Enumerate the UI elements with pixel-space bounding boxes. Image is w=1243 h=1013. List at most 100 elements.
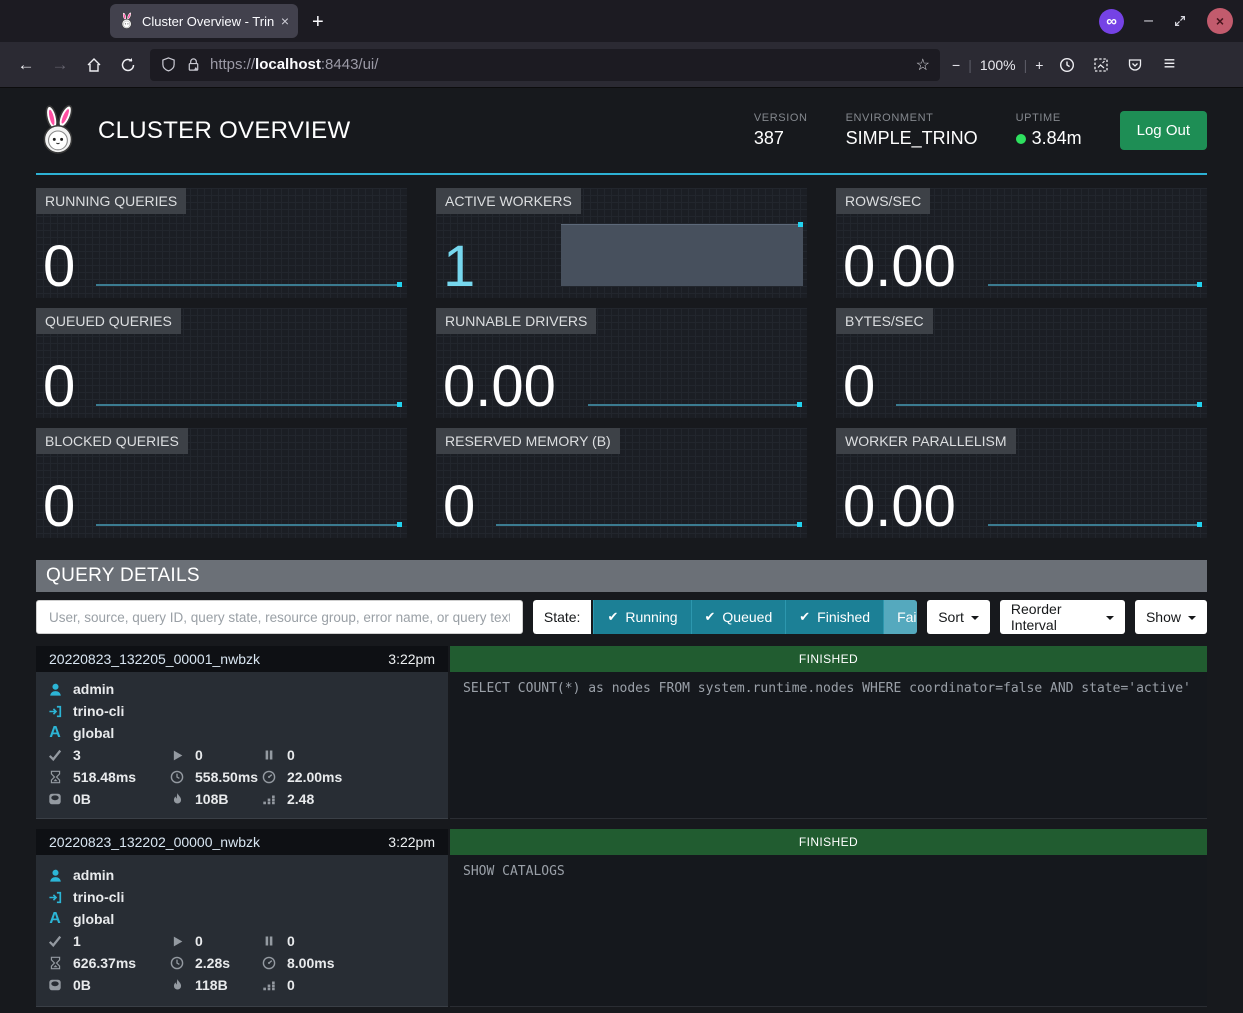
- stat-value: 1: [443, 238, 475, 296]
- page-header: CLUSTER OVERVIEW VERSION 387 ENVIRONMENT…: [36, 88, 1207, 173]
- queued-splits: 0: [287, 933, 295, 949]
- query-id-link[interactable]: 20220823_132205_00001_nwbzk: [49, 651, 260, 667]
- query-source: trino-cli: [73, 889, 124, 905]
- lock-warning-icon[interactable]: [185, 57, 201, 73]
- sparkline: [988, 524, 1202, 526]
- query-time: 3:22pm: [388, 834, 435, 850]
- new-tab-button[interactable]: +: [312, 11, 324, 34]
- state-button-label: Finished: [817, 609, 870, 625]
- reload-button[interactable]: [112, 49, 144, 81]
- url-bar[interactable]: https://localhost:8443/ui/ ☆: [150, 49, 940, 81]
- query-sql-text: SHOW CATALOGS: [450, 855, 1207, 1007]
- trino-favicon-icon: [119, 12, 135, 30]
- state-filter-label: State:: [533, 600, 592, 634]
- browser-tab[interactable]: Cluster Overview - Trino ×: [110, 4, 298, 38]
- query-sql-text: SELECT COUNT(*) as nodes FROM system.run…: [450, 672, 1207, 819]
- separator: |: [968, 57, 972, 73]
- tab-close-icon[interactable]: ×: [281, 13, 289, 29]
- url-path: :8443/ui/: [321, 56, 379, 73]
- tile-active-workers: 1 ACTIVE WORKERS: [436, 188, 807, 298]
- query-row: 20220823_132205_00001_nwbzk 3:22pm FINIS…: [36, 646, 1207, 819]
- flame-icon: [169, 977, 185, 993]
- window-close-button[interactable]: ×: [1207, 8, 1233, 34]
- sparkline: [96, 284, 402, 286]
- sparkline-endpoint: [397, 282, 402, 287]
- state-button-label: Running: [625, 609, 677, 625]
- url-text[interactable]: https://localhost:8443/ui/: [210, 56, 378, 73]
- completed-splits: 1: [73, 933, 81, 949]
- zoom-level[interactable]: 100%: [980, 57, 1016, 73]
- running-splits: 0: [195, 747, 203, 763]
- query-source: trino-cli: [73, 703, 124, 719]
- state-button-queued[interactable]: ✔ Queued: [691, 600, 786, 634]
- chevron-down-icon: [1106, 616, 1114, 620]
- version-label: VERSION: [754, 112, 808, 124]
- query-id-link[interactable]: 20220823_132202_00000_nwbzk: [49, 834, 260, 850]
- screenshot-icon[interactable]: [1085, 49, 1117, 81]
- sparkline: [896, 404, 1202, 406]
- version-value: 387: [754, 128, 808, 149]
- elapsed-time: 558.50ms: [195, 769, 258, 785]
- query-status-badge: FINISHED: [450, 829, 1207, 855]
- pause-icon: [261, 933, 277, 949]
- stat-value: 0: [43, 358, 75, 416]
- query-user: admin: [73, 681, 114, 697]
- hourglass-icon: [47, 769, 63, 785]
- sparkline: [496, 524, 802, 526]
- stat-label: BYTES/SEC: [836, 308, 933, 334]
- clock-icon: [169, 769, 185, 785]
- sparkline-endpoint: [397, 402, 402, 407]
- query-search-input[interactable]: [36, 600, 523, 634]
- cpu-time: 8.00ms: [287, 955, 334, 971]
- stat-label: ROWS/SEC: [836, 188, 930, 214]
- gauge-icon: [261, 769, 277, 785]
- state-button-failed[interactable]: Failed: [883, 600, 917, 634]
- pocket-icon[interactable]: [1119, 49, 1151, 81]
- elapsed-time: 2.28s: [195, 955, 230, 971]
- tile-blocked-queries: 0 BLOCKED QUERIES: [36, 428, 407, 538]
- query-resource-group: global: [73, 725, 114, 741]
- chevron-down-icon: [971, 616, 979, 620]
- query-user: admin: [73, 867, 114, 883]
- query-row: 20220823_132202_00000_nwbzk 3:22pm FINIS…: [36, 829, 1207, 1007]
- uptime-meta: UPTIME 3.84m: [1016, 112, 1082, 149]
- window-restore-button[interactable]: [1173, 14, 1187, 28]
- sort-dropdown[interactable]: Sort: [927, 600, 990, 634]
- bars-icon: [261, 791, 277, 807]
- query-header: 20220823_132205_00001_nwbzk 3:22pm: [36, 646, 448, 672]
- back-button[interactable]: ←: [10, 49, 42, 81]
- logout-button[interactable]: Log Out: [1120, 111, 1207, 150]
- menu-icon[interactable]: ≡: [1153, 49, 1185, 81]
- trino-logo-icon: [36, 104, 82, 158]
- sparkline: [96, 404, 402, 406]
- reorder-interval-dropdown[interactable]: Reorder Interval: [1000, 600, 1125, 634]
- stat-label: RUNNING QUERIES: [36, 188, 186, 214]
- cumulative-memory: 118B: [195, 977, 228, 993]
- url-host: localhost: [255, 56, 321, 73]
- home-button[interactable]: [78, 49, 110, 81]
- wall-time: 626.37ms: [73, 955, 136, 971]
- window-minimize-button[interactable]: –: [1144, 16, 1153, 26]
- private-browsing-icon: ∞: [1099, 9, 1124, 34]
- stat-label: QUEUED QUERIES: [36, 308, 181, 334]
- history-icon[interactable]: [1051, 49, 1083, 81]
- version-meta: VERSION 387: [754, 112, 808, 149]
- road-a-icon: A: [47, 910, 63, 928]
- environment-value: SIMPLE_TRINO: [846, 128, 978, 149]
- stat-label: BLOCKED QUERIES: [36, 428, 188, 454]
- zoom-in-button[interactable]: +: [1035, 57, 1043, 73]
- show-dropdown[interactable]: Show: [1135, 600, 1207, 634]
- tile-runnable-drivers: 0.00 RUNNABLE DRIVERS: [436, 308, 807, 418]
- zoom-out-button[interactable]: −: [952, 57, 960, 73]
- state-button-label: Queued: [722, 609, 772, 625]
- shield-icon[interactable]: [160, 57, 176, 73]
- state-button-running[interactable]: ✔ Running: [593, 600, 690, 634]
- sparkline-endpoint: [1197, 282, 1202, 287]
- check-icon: [47, 747, 63, 763]
- bookmark-star-icon[interactable]: ☆: [916, 55, 930, 75]
- state-button-finished[interactable]: ✔ Finished: [785, 600, 883, 634]
- check-icon: ✔: [607, 609, 618, 625]
- sparkline-endpoint: [797, 402, 802, 407]
- sign-in-icon: [47, 703, 63, 719]
- sparkline-area: [561, 224, 803, 286]
